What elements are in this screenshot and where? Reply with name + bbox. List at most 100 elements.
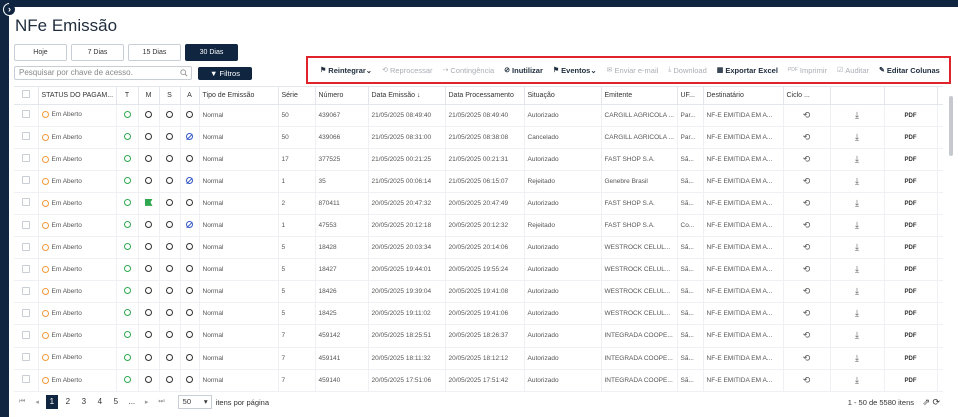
download-cell[interactable]: ⤓ (830, 170, 885, 193)
history-icon[interactable]: ⟲ (803, 375, 811, 385)
inutilizar-button[interactable]: ⊘ Inutilizar (504, 66, 543, 75)
row-checkbox-cell[interactable] (14, 148, 39, 171)
table-row[interactable]: Em Aberto Normal 17 377525 21/05/2025 00:21:… (14, 148, 943, 171)
pdf-cell[interactable]: PDF (884, 214, 938, 238)
column-header-ciclo[interactable]: Ciclo ... (783, 87, 831, 105)
download-cell[interactable]: ⤓ (830, 258, 885, 282)
pdf-icon[interactable]: PDF (905, 311, 917, 317)
download-cell[interactable]: ⤓ (830, 148, 885, 171)
column-header-m[interactable]: M (138, 87, 160, 105)
table-row[interactable]: Em Aberto Normal 7 459141 20/05/2025 18:11:3… (14, 347, 943, 370)
pdf-icon[interactable]: PDF (905, 113, 917, 119)
xml-cell[interactable]: ▤ (937, 302, 943, 326)
history-icon[interactable]: ⟲ (803, 110, 811, 120)
page-4-button[interactable]: 4 (94, 395, 106, 409)
page-more-button[interactable]: ... (126, 395, 138, 409)
pdf-cell[interactable]: PDF (884, 126, 938, 149)
download-cell[interactable]: ⤓ (830, 104, 885, 127)
history-icon[interactable]: ⟲ (803, 154, 811, 164)
period-15-days-button[interactable]: 15 Dias (128, 44, 181, 61)
row-checkbox[interactable] (21, 353, 30, 362)
column-header-extra-17[interactable] (937, 87, 943, 105)
row-checkbox-cell[interactable] (14, 280, 39, 304)
xml-cell[interactable]: ▤ (937, 192, 943, 215)
download-icon[interactable]: ⤓ (855, 110, 859, 120)
pdf-icon[interactable]: PDF (905, 135, 917, 141)
pdf-cell[interactable]: PDF (884, 258, 938, 282)
xml-cell[interactable]: ▤ (937, 214, 943, 238)
history-icon[interactable]: ⟲ (803, 176, 811, 186)
pdf-cell[interactable]: PDF (884, 280, 938, 304)
history-icon[interactable]: ⟲ (803, 330, 811, 340)
row-checkbox[interactable] (21, 220, 30, 229)
column-header-situacao[interactable]: Situação (524, 87, 602, 105)
eventos-button[interactable]: ⚑ Eventos ⌄ (553, 66, 597, 75)
pdf-icon[interactable]: PDF (905, 267, 917, 273)
refresh-icon[interactable]: ⟳ (932, 397, 940, 407)
editar-colunas-button[interactable]: ✎ Editar Colunas (879, 66, 940, 75)
row-checkbox-cell[interactable] (14, 126, 39, 149)
column-header-numero[interactable]: Número (315, 87, 369, 105)
page-size-select[interactable]: 50 ▾ (177, 395, 212, 409)
row-checkbox-cell[interactable] (14, 214, 39, 238)
filters-button[interactable]: ▼ Filtros (198, 67, 252, 80)
download-cell[interactable]: ⤓ (830, 236, 885, 260)
ciclo-cell[interactable]: ⟲ (783, 126, 831, 149)
ciclo-cell[interactable]: ⟲ (783, 302, 831, 326)
table-row[interactable]: Em Aberto Normal 7 459140 20/05/2025 17:51:0… (14, 369, 943, 392)
row-checkbox[interactable] (21, 264, 30, 273)
table-row[interactable]: Em Aberto Normal 5 18426 20/05/2025 19:39:04… (14, 280, 943, 304)
pdf-icon[interactable]: PDF (905, 356, 917, 362)
pdf-icon[interactable]: PDF (905, 333, 917, 339)
download-icon[interactable]: ⤓ (855, 264, 859, 274)
page-3-button[interactable]: 3 (78, 395, 90, 409)
pdf-icon[interactable]: PDF (905, 289, 917, 295)
ciclo-cell[interactable]: ⟲ (783, 192, 831, 215)
table-row[interactable]: Em Aberto Normal 5 18428 20/05/2025 20:03:34… (14, 236, 943, 260)
pdf-icon[interactable]: PDF (905, 157, 917, 163)
ciclo-cell[interactable]: ⟲ (783, 236, 831, 260)
contingencia-button[interactable]: ⇢ Contingência (443, 66, 495, 75)
xml-cell[interactable]: ▤ (937, 126, 943, 149)
history-icon[interactable]: ⟲ (803, 264, 811, 274)
download-icon[interactable]: ⤓ (855, 242, 859, 252)
column-header-extra-16[interactable] (884, 87, 938, 105)
download-icon[interactable]: ⤓ (855, 375, 859, 385)
page-5-button[interactable]: 5 (110, 395, 122, 409)
row-checkbox[interactable] (21, 242, 30, 251)
auditar-button[interactable]: ☑ Auditar (837, 66, 869, 75)
pdf-icon[interactable]: PDF (905, 223, 917, 229)
xml-cell[interactable]: ▤ (937, 369, 943, 392)
row-checkbox-cell[interactable] (14, 324, 39, 348)
pdf-icon[interactable]: PDF (905, 378, 917, 384)
xml-cell[interactable]: ▤ (937, 324, 943, 348)
download-cell[interactable]: ⤓ (830, 126, 885, 149)
ciclo-cell[interactable]: ⟲ (783, 347, 831, 370)
imprimir-button[interactable]: PDF Imprimir (788, 66, 827, 75)
pdf-icon[interactable]: PDF (905, 245, 917, 251)
first-page-icon[interactable]: ⏮ (19, 398, 25, 406)
page-1-button[interactable]: 1 (45, 395, 58, 409)
table-row[interactable]: Em Aberto Normal 1 35 21/05/2025 00:06:14 21/… (14, 170, 943, 193)
history-icon[interactable]: ⟲ (803, 198, 811, 208)
row-checkbox-cell[interactable] (14, 369, 39, 392)
history-icon[interactable]: ⟲ (803, 353, 811, 363)
search-icon[interactable] (180, 69, 188, 77)
ciclo-cell[interactable]: ⟲ (783, 170, 831, 193)
table-scrollbar[interactable] (949, 96, 953, 156)
download-cell[interactable]: ⤓ (830, 214, 885, 238)
download-cell[interactable]: ⤓ (830, 302, 885, 326)
column-header-emitente[interactable]: Emitente (601, 87, 678, 105)
column-header-tipo-de-emissao[interactable]: Tipo de Emissão (199, 87, 279, 105)
pdf-cell[interactable]: PDF (884, 170, 938, 193)
pdf-icon[interactable]: PDF (905, 179, 917, 185)
column-header-destinatario[interactable]: Destinatário (703, 87, 784, 105)
pdf-cell[interactable]: PDF (884, 104, 938, 127)
download-icon[interactable]: ⤓ (855, 198, 859, 208)
download-icon[interactable]: ⤓ (855, 353, 859, 363)
download-cell[interactable]: ⤓ (830, 192, 885, 215)
period-today-button[interactable]: Hoje (14, 44, 67, 61)
ciclo-cell[interactable]: ⟲ (783, 280, 831, 304)
download-cell[interactable]: ⤓ (830, 280, 885, 304)
row-checkbox[interactable] (21, 308, 30, 317)
